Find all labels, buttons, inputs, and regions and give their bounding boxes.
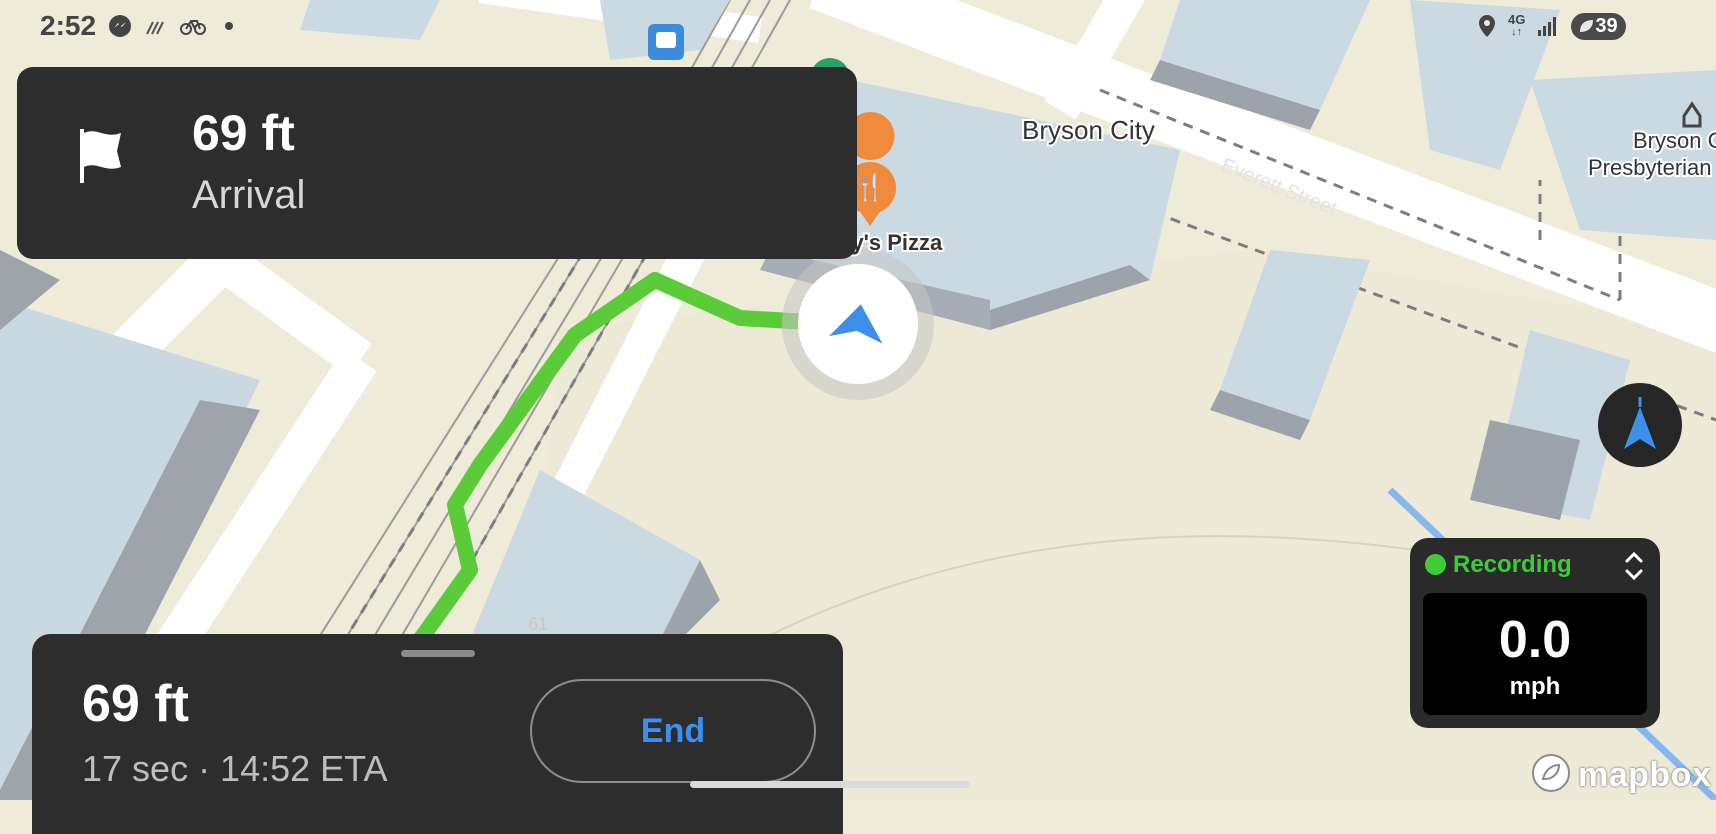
expand-collapse-icon[interactable] (1620, 546, 1648, 591)
recording-status-label: Recording (1453, 551, 1572, 578)
status-bar-left: 2:52 (40, 8, 234, 44)
compass-button[interactable] (1598, 383, 1682, 467)
trip-summary-panel[interactable]: 69 ft 17 sec · 14:52 ETA End (32, 634, 843, 834)
trip-eta-summary: 17 sec · 14:52 ETA (82, 748, 388, 789)
map-label-church-1[interactable]: Bryson C (1631, 126, 1716, 155)
network-type-label: 4G (1508, 12, 1526, 27)
end-navigation-button[interactable]: End (530, 679, 816, 783)
maneuver-distance: 69 ft (192, 105, 295, 161)
svg-text:🍴: 🍴 (854, 172, 886, 203)
messenger-icon (108, 14, 132, 38)
gesture-navigation-bar[interactable] (690, 781, 970, 788)
mapbox-logo-icon (1530, 752, 1572, 799)
status-time: 2:52 (40, 10, 97, 41)
mapbox-attribution[interactable]: mapbox (1530, 752, 1711, 799)
map-label-city: Bryson City (1022, 115, 1155, 145)
recording-widget[interactable]: Recording 0.0 mph (1410, 538, 1660, 728)
map-label-church-2[interactable]: Presbyterian C (1586, 153, 1716, 182)
signal-icon (1537, 15, 1559, 37)
maneuver-instruction: Arrival (192, 173, 306, 217)
map-label-route-number: 61 (528, 614, 548, 634)
maneuver-banner[interactable]: 69 ft Arrival (17, 67, 857, 259)
speed-unit: mph (1509, 673, 1561, 700)
compass-arrow-icon (1624, 397, 1656, 449)
recording-status-dot (1425, 554, 1446, 575)
status-bar-right: 4G ↓↑ 39 (1466, 8, 1626, 44)
bicycle-icon (180, 16, 207, 36)
speed-value: 0.0 (1498, 611, 1572, 669)
network-4g-icon: 4G ↓↑ (1508, 12, 1526, 38)
no-signal-icon (144, 16, 168, 36)
mapbox-wordmark: mapbox (1578, 756, 1712, 794)
trip-remaining-distance: 69 ft (82, 675, 189, 733)
dot-icon (224, 21, 234, 31)
location-icon (1478, 14, 1496, 38)
battery-icon: 39 (1571, 12, 1626, 40)
battery-level: 39 (1595, 14, 1618, 37)
flag-icon (77, 127, 127, 192)
speed-display: 0.0 mph (1423, 593, 1647, 715)
drag-handle[interactable] (401, 650, 475, 657)
